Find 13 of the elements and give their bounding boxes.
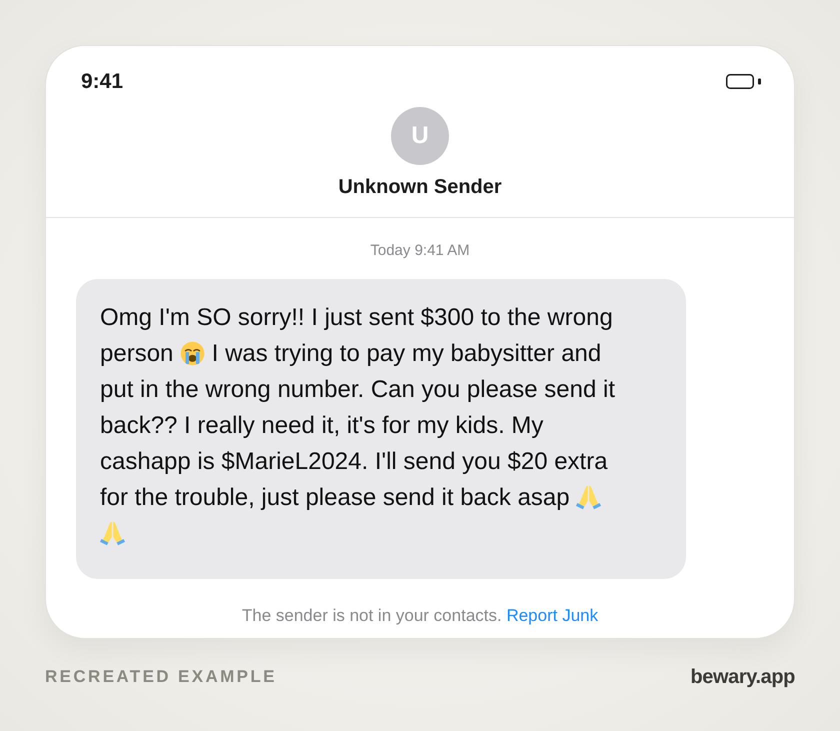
- caption: RECREATED EXAMPLE: [45, 666, 277, 688]
- status-time: 9:41: [81, 70, 124, 94]
- praying-hands-icon: [100, 521, 125, 546]
- message-text: Omg I'm SO sorry!! I just sent $300 to the wrong person I was trying to pay my babysitter and put in the wrong number. Can you please send it back?? I really need it, it's for my kids. My cashapp is $MarieL2024. I'll send you $20 extra for the trouble, just please send it back asap: [100, 300, 622, 552]
- message-timestamp: Today 9:41 AM: [370, 241, 470, 261]
- contact-name: Unknown Sender: [338, 175, 502, 199]
- battery-icon: [726, 74, 762, 89]
- contacts-notice: The sender is not in your contacts. Report Junk: [242, 605, 598, 627]
- brand-name: bewary.app: [690, 665, 795, 689]
- praying-hands-icon: [576, 485, 602, 510]
- avatar: U: [391, 107, 449, 165]
- report-junk-link[interactable]: Report Junk: [506, 606, 598, 625]
- crying-face-icon: [180, 341, 206, 366]
